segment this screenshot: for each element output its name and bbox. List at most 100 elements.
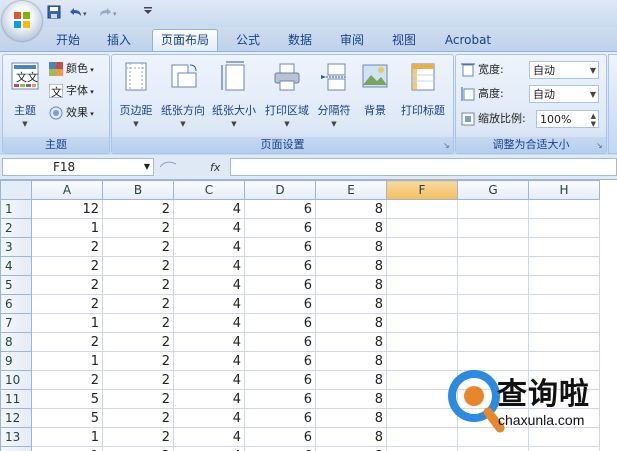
cell[interactable]: 8: [315, 294, 387, 314]
cell[interactable]: 4: [173, 294, 245, 314]
column-header-f[interactable]: F: [386, 180, 458, 200]
row-header[interactable]: 6: [0, 294, 32, 314]
cell[interactable]: 2: [31, 237, 103, 257]
cell[interactable]: 2: [102, 294, 174, 314]
themes-button[interactable]: 文文 主题 ▼: [8, 61, 42, 128]
row-header[interactable]: 2: [0, 218, 32, 238]
row-header[interactable]: 9: [0, 351, 32, 371]
cell[interactable]: 6: [244, 389, 316, 409]
cell[interactable]: 4: [173, 351, 245, 371]
cell[interactable]: 4: [173, 408, 245, 428]
cell[interactable]: 12: [31, 199, 103, 219]
cell[interactable]: [386, 332, 458, 352]
cell[interactable]: 8: [315, 275, 387, 295]
cell[interactable]: [528, 275, 600, 295]
cell[interactable]: 2: [31, 370, 103, 390]
cell[interactable]: 2: [102, 275, 174, 295]
dialog-launcher-icon[interactable]: ↘: [596, 142, 604, 150]
width-select[interactable]: 自动 ▼: [529, 61, 599, 79]
cell[interactable]: [528, 256, 600, 276]
cell[interactable]: [386, 294, 458, 314]
cell[interactable]: 6: [244, 256, 316, 276]
cell[interactable]: 6: [244, 351, 316, 371]
cell[interactable]: 4: [173, 237, 245, 257]
cell[interactable]: [457, 294, 529, 314]
cell[interactable]: [528, 218, 600, 238]
row-header[interactable]: 14: [0, 446, 32, 451]
select-all-corner[interactable]: [0, 180, 32, 200]
cell[interactable]: [528, 446, 600, 451]
cell[interactable]: 6: [244, 427, 316, 447]
cell[interactable]: 1: [31, 351, 103, 371]
cell[interactable]: 2: [102, 199, 174, 219]
print-area-button[interactable]: 打印区域 ▼: [263, 61, 311, 128]
tab-formulas[interactable]: 公式: [229, 30, 267, 51]
cell[interactable]: 1: [31, 218, 103, 238]
column-header-b[interactable]: B: [102, 180, 174, 200]
cell[interactable]: [457, 446, 529, 451]
tab-home[interactable]: 开始: [50, 30, 86, 51]
column-header-h[interactable]: H: [528, 180, 600, 200]
cell[interactable]: 1: [31, 313, 103, 333]
cell[interactable]: [457, 237, 529, 257]
cell[interactable]: 6: [244, 313, 316, 333]
cell[interactable]: 1: [31, 446, 103, 451]
cell[interactable]: 6: [244, 332, 316, 352]
cell[interactable]: [386, 256, 458, 276]
cell[interactable]: 6: [244, 370, 316, 390]
row-header[interactable]: 8: [0, 332, 32, 352]
cell[interactable]: 4: [173, 389, 245, 409]
cell[interactable]: 6: [244, 218, 316, 238]
cell[interactable]: 6: [244, 408, 316, 428]
cell[interactable]: [457, 256, 529, 276]
cell[interactable]: [457, 275, 529, 295]
cell[interactable]: 1: [31, 427, 103, 447]
cell[interactable]: 2: [102, 237, 174, 257]
cell[interactable]: 4: [173, 313, 245, 333]
cell[interactable]: 5: [31, 389, 103, 409]
cell[interactable]: 8: [315, 237, 387, 257]
fonts-button[interactable]: 文字体 ▾: [48, 82, 94, 100]
column-header-a[interactable]: A: [31, 180, 103, 200]
column-header-d[interactable]: D: [244, 180, 316, 200]
cell[interactable]: 2: [102, 427, 174, 447]
row-header[interactable]: 7: [0, 313, 32, 333]
row-header[interactable]: 13: [0, 427, 32, 447]
colors-button[interactable]: 颜色 ▾: [49, 60, 94, 78]
undo-icon[interactable]: ▾: [67, 5, 89, 21]
scale-spinner[interactable]: 100% ▲ ▼: [536, 110, 599, 128]
cell[interactable]: [457, 313, 529, 333]
cell[interactable]: 2: [102, 332, 174, 352]
dialog-launcher-icon[interactable]: ↘: [443, 142, 451, 150]
row-header[interactable]: 4: [0, 256, 32, 276]
cell[interactable]: 4: [173, 446, 245, 451]
cell[interactable]: 8: [315, 332, 387, 352]
cell[interactable]: 2: [102, 389, 174, 409]
cell[interactable]: 8: [315, 370, 387, 390]
cell[interactable]: 2: [102, 313, 174, 333]
cell[interactable]: 4: [173, 370, 245, 390]
cell[interactable]: 2: [102, 351, 174, 371]
cell[interactable]: 2: [31, 256, 103, 276]
cell[interactable]: 8: [315, 427, 387, 447]
office-button[interactable]: [2, 1, 42, 41]
row-header[interactable]: 10: [0, 370, 32, 390]
chevron-down-icon[interactable]: ▼: [144, 159, 150, 175]
cell[interactable]: 2: [102, 370, 174, 390]
cell[interactable]: [457, 218, 529, 238]
cell[interactable]: [457, 332, 529, 352]
cell[interactable]: 8: [315, 408, 387, 428]
cell[interactable]: [528, 313, 600, 333]
print-titles-button[interactable]: 打印标题: [396, 61, 450, 118]
cell[interactable]: 8: [315, 389, 387, 409]
cell[interactable]: 2: [102, 446, 174, 451]
cell[interactable]: [386, 199, 458, 219]
cell[interactable]: 6: [244, 199, 316, 219]
cell[interactable]: 8: [315, 218, 387, 238]
tab-page-layout[interactable]: 页面布局: [152, 29, 218, 51]
breaks-button[interactable]: 分隔符 ▼: [315, 61, 353, 128]
tab-view[interactable]: 视图: [385, 30, 423, 51]
cell[interactable]: 6: [244, 275, 316, 295]
orientation-button[interactable]: 纸张方向 ▼: [159, 61, 207, 128]
row-header[interactable]: 3: [0, 237, 32, 257]
